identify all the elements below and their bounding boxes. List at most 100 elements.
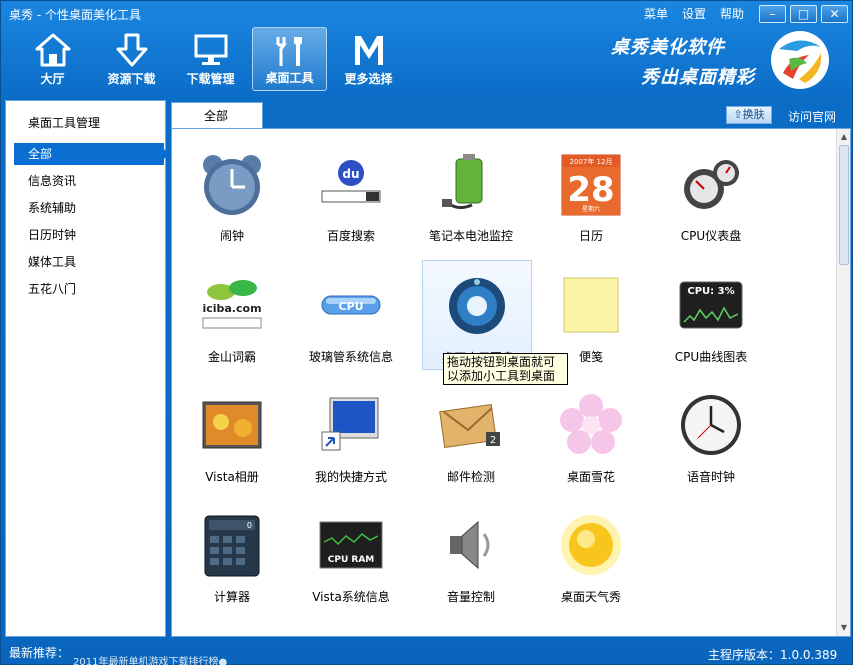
sidebar-title: 桌面工具管理 (28, 116, 101, 130)
tool-item-vista-sysinfo[interactable]: CPU RAM Vista系统信息 (296, 500, 406, 610)
toolbar-more-options[interactable]: 更多选择 (331, 27, 406, 91)
tools-icon (276, 37, 302, 66)
shortcut-icon (321, 397, 379, 451)
help-button[interactable]: 帮助 (720, 5, 744, 22)
tool-name: 语音时钟 (686, 470, 735, 484)
tool-item-calendar[interactable]: 2007年 12月 28 星期六 日历 (536, 139, 646, 249)
tool-name: Vista系统信息 (312, 590, 390, 604)
recommend-label: 最新推荐： (9, 646, 70, 660)
recommend-news-link[interactable]: 2011年最新单机游戏下载排行榜● (73, 653, 227, 665)
calendar-weekday: 星期六 (582, 205, 600, 213)
toolbar-label: 更多选择 (344, 72, 393, 86)
toolbar-label: 下载管理 (186, 72, 235, 86)
tool-name: 金山词霸 (207, 350, 256, 364)
scroll-down-icon[interactable]: ▼ (838, 622, 850, 634)
tool-item-cpu-graph[interactable]: CPU: 3% CPU曲线图表 (656, 260, 766, 370)
sun-icon (561, 515, 621, 575)
toolbar-label: 桌面工具 (265, 71, 314, 85)
close-button[interactable]: ✕ (821, 5, 848, 23)
glass-tube-text: CPU (338, 300, 363, 313)
window-title: 桌秀 - 个性桌面美化工具 (9, 8, 141, 22)
tool-item-alarm[interactable]: 闹钟 (177, 139, 287, 249)
tool-name: 日历 (578, 229, 603, 243)
tool-item-weather[interactable]: 桌面天气秀 (536, 500, 646, 610)
tool-name: Vista相册 (205, 470, 259, 484)
version-info: 主程序版本：1.0.0.389 (708, 648, 838, 662)
menu-button[interactable]: 菜单 (644, 5, 668, 22)
calendar-month: 2007年 12月 (570, 157, 613, 166)
tool-item-mail[interactable]: 2 邮件检测 (416, 380, 526, 490)
tool-item-voice-clock[interactable]: 语音时钟 (656, 380, 766, 490)
sidebar-item-news[interactable]: 信息资讯 (14, 170, 164, 197)
monitor-icon (194, 34, 227, 65)
wall-clock-icon (681, 395, 741, 455)
tool-name: 笔记本电池监控 (428, 229, 513, 243)
settings-button[interactable]: 设置 (682, 5, 706, 22)
tab-all[interactable]: 全部 (171, 102, 263, 129)
maximize-button[interactable]: □ (790, 5, 817, 23)
toolbar-resource-download[interactable]: 资源下载 (94, 27, 169, 91)
baidu-search-icon: du (321, 160, 381, 203)
tool-name: 闹钟 (219, 229, 244, 243)
photo-album-icon (202, 401, 262, 449)
tool-name: 音量控制 (446, 590, 495, 604)
download-arrow-icon (116, 33, 147, 67)
toolbar-hall[interactable]: 大厅 (15, 27, 90, 91)
tool-item-glass-tube[interactable]: CPU 玻璃管系统信息 (296, 260, 406, 370)
toolbar-label: 大厅 (40, 72, 65, 86)
calendar-day: 28 (567, 170, 614, 210)
sticky-note-icon (563, 277, 619, 333)
tool-name: 桌面天气秀 (560, 590, 621, 604)
iciba-icon: iciba.com (202, 280, 262, 329)
title-bar: 桌秀 - 个性桌面美化工具 菜单 设置 帮助 – □ ✕ (1, 1, 853, 25)
app-window: 桌秀 - 个性桌面美化工具 菜单 设置 帮助 – □ ✕ 大厅 资源下载 下载管… (0, 0, 853, 665)
minimize-button[interactable]: – (759, 5, 786, 23)
skin-button-label: 换肤 (742, 108, 765, 121)
home-icon (35, 33, 70, 67)
tool-item-photo-album[interactable]: Vista相册 (177, 380, 287, 490)
iciba-logo-text: iciba.com (202, 302, 261, 315)
sidebar-item-media[interactable]: 媒体工具 (14, 251, 164, 278)
sidebar-item-system[interactable]: 系统辅助 (14, 197, 164, 224)
calendar-icon: 2007年 12月 28 星期六 (561, 154, 621, 216)
tool-item-snow[interactable]: 桌面雪花 (536, 380, 646, 490)
tool-name: CPU仪表盘 (680, 229, 742, 243)
vista-sysinfo-icon: CPU RAM (319, 521, 383, 569)
tool-item-shortcut[interactable]: 我的快捷方式 (296, 380, 406, 490)
sidebar-item-all[interactable]: 全部 (14, 143, 169, 165)
sidebar: 桌面工具管理 全部 信息资讯 系统辅助 日历时钟 媒体工具 五花八门 (5, 100, 169, 637)
vertical-scrollbar[interactable]: ▲ ▼ (836, 129, 850, 636)
window-controls: – □ ✕ (759, 5, 848, 23)
scroll-thumb[interactable] (839, 145, 849, 265)
visit-website-link[interactable]: 访问官网 (788, 108, 836, 125)
brand-slogan: 桌秀美化软件 秀出桌面精彩 (611, 33, 755, 89)
toolbar-download-manager[interactable]: 下载管理 (173, 27, 248, 91)
app-logo-icon (771, 31, 829, 89)
tool-item-baidu[interactable]: du 百度搜索 (296, 139, 406, 249)
tool-item-cpu-meter[interactable]: CPU仪表盘 (656, 139, 766, 249)
scroll-up-icon[interactable]: ▲ (838, 131, 850, 143)
tool-item-calculator[interactable]: 0 计算器 (177, 500, 287, 610)
tool-name: 百度搜索 (326, 229, 375, 243)
glass-tube-icon: CPU (321, 295, 381, 315)
tool-name: CPU曲线图表 (674, 350, 748, 364)
tool-item-volume[interactable]: 音量控制 (416, 500, 526, 610)
toolbar-desktop-tools[interactable]: 桌面工具 (252, 27, 327, 91)
sidebar-item-misc[interactable]: 五花八门 (14, 278, 164, 305)
title-menu: 菜单 设置 帮助 (644, 5, 744, 22)
tool-name: 我的快捷方式 (314, 470, 387, 484)
mail-count: 2 (490, 435, 496, 446)
drag-tooltip: 拖动按钮到桌面就可以添加小工具到桌面 (443, 353, 568, 385)
snowflake-icon (560, 394, 622, 454)
mail-icon: 2 (439, 403, 500, 449)
tool-name: 玻璃管系统信息 (308, 350, 393, 364)
tool-item-battery[interactable]: 笔记本电池监控 (416, 139, 526, 249)
calculator-display: 0 (247, 521, 252, 530)
status-bar: 最新推荐： 2011年最新单机游戏下载排行榜● 主程序版本：1.0.0.389 (1, 639, 853, 665)
sidebar-item-calendar-clock[interactable]: 日历时钟 (14, 224, 164, 251)
tool-name: 计算器 (213, 590, 250, 604)
skin-button[interactable]: ⇧换肤 (726, 106, 772, 124)
cpu-meter-icon (684, 160, 739, 209)
toolbar-label: 资源下载 (107, 72, 156, 86)
tool-item-iciba[interactable]: iciba.com 金山词霸 (177, 260, 287, 370)
